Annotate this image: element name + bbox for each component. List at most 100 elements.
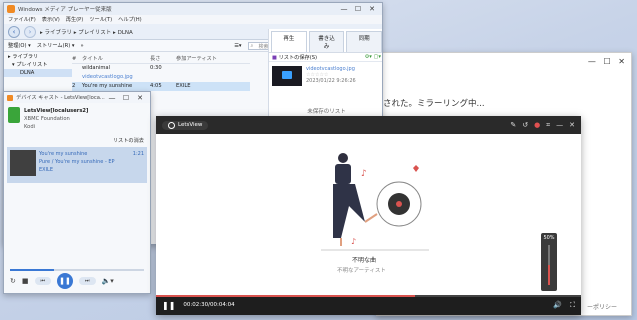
list-options-icon[interactable]: ⚙▾ ▢▾ (365, 54, 381, 60)
device-icon (8, 107, 20, 123)
tab-play[interactable]: 再生 (271, 31, 307, 52)
more-button[interactable]: » (80, 43, 83, 49)
view-options-icon[interactable]: ☰▾ (234, 43, 241, 49)
col-length[interactable]: 長さ (150, 55, 176, 63)
grid-header: # タイトル 長さ 参加アーティスト (72, 55, 250, 64)
search-icon: ⌕ (250, 42, 254, 49)
volume-icon[interactable]: 🔈▾ (102, 277, 114, 285)
device-cast-window: デバイス キャスト - LetsView[loca... — ☐ ✕ LetsV… (3, 91, 151, 294)
album-art (10, 150, 36, 176)
close-icon[interactable]: ✕ (365, 5, 379, 13)
tree-library[interactable]: ▸ ライブラリ (4, 53, 72, 61)
col-num[interactable]: # (72, 55, 82, 63)
tab-burn[interactable]: 書き込み (308, 31, 345, 52)
tree-playlist[interactable]: ▾ プレイリスト (4, 61, 72, 69)
col-artist[interactable]: 参加アーティスト (176, 55, 250, 63)
policy-link[interactable]: ーポリシー (587, 302, 617, 311)
stream-button[interactable]: ストリーム(R) ▾ (37, 42, 75, 49)
maximize-icon[interactable]: ☐ (351, 5, 365, 13)
close-icon[interactable]: ✕ (618, 57, 625, 66)
table-row[interactable]: videotvcastlogo.jpg (72, 73, 250, 82)
menu-file[interactable]: ファイル(F) (8, 16, 36, 23)
list-item[interactable]: videotvcastlogo.jpg ☆☆☆☆☆ 2023/01/22 9:2… (269, 62, 382, 90)
brush-icon[interactable]: ✎ (510, 121, 516, 129)
svg-text:♪: ♪ (361, 169, 367, 179)
back-button[interactable]: ‹ (8, 25, 20, 38)
forward-button[interactable]: › (24, 25, 36, 38)
maximize-icon[interactable]: ☐ (119, 94, 133, 102)
repeat-icon[interactable]: ↻ (10, 277, 16, 285)
table-row[interactable]: 2 You're my sunshine 4:05 EXILE (72, 82, 250, 91)
rotate-icon[interactable]: ↺ (522, 121, 528, 129)
wmp-app-icon (7, 5, 15, 13)
close-icon[interactable]: ✕ (133, 94, 147, 102)
menu-play[interactable]: 再生(P) (66, 16, 84, 23)
menu-tools[interactable]: ツール(T) (89, 16, 112, 23)
track-title: You're my sunshine (39, 151, 88, 157)
col-title[interactable]: タイトル (82, 55, 150, 63)
breadcrumb-playlist[interactable]: プレイリスト (78, 30, 111, 36)
record-icon[interactable]: ● (534, 121, 540, 129)
table-row[interactable]: wildanimal 0:30 (72, 64, 250, 73)
device-cast-titlebar: デバイス キャスト - LetsView[loca... — ☐ ✕ (4, 92, 150, 103)
letsview-controlbar: ❚❚ 00:02:30 /00:04:04 🔊 ⛶ (156, 295, 581, 315)
letsview-titlebar: LetsView ✎ ↺ ● ⌗ — ✕ (156, 116, 581, 134)
mirroring-status-text: された。ミラーリング中... (383, 99, 485, 109)
wmp-titlebar: Windows メディア プレーヤー従来版 — ☐ ✕ (4, 3, 382, 15)
cast-progress-fill (10, 269, 55, 271)
previous-button[interactable]: ⏮ (34, 277, 52, 285)
list-toolbar: ■ リストの保存(S) ⚙▾ ▢▾ (269, 52, 382, 62)
music-illustration: ♪ ♪ (321, 153, 429, 251)
save-list-button[interactable]: ■ リストの保存(S) (272, 54, 317, 61)
svg-text:♪: ♪ (351, 237, 356, 246)
time-total: /00:04:04 (208, 302, 235, 308)
wmp-menubar: ファイル(F) 表示(V) 再生(P) ツール(T) ヘルプ(H) (4, 15, 382, 24)
cast-progress-track[interactable] (10, 269, 144, 271)
device-info: LetsView[localusers2] XBMC Foundation Ko… (4, 103, 150, 137)
playback-progress-track[interactable] (156, 295, 581, 297)
library-tree: ▸ ライブラリ ▾ プレイリスト DLNA (4, 53, 72, 93)
minimize-icon[interactable]: — (105, 94, 119, 102)
stop-icon[interactable]: ■ (22, 277, 29, 285)
volume-slider[interactable]: 50% (541, 233, 557, 291)
menu-view[interactable]: 表示(V) (42, 16, 60, 23)
device-cast-app-icon (7, 94, 13, 101)
tree-dlna[interactable]: DLNA (4, 69, 72, 77)
maximize-icon[interactable]: ☐ (603, 57, 610, 66)
song-artist: 不明なアーティスト (337, 268, 386, 274)
clear-list-link[interactable]: リストの消去 (4, 137, 150, 147)
breadcrumb-library[interactable]: ライブラリ (45, 30, 73, 36)
volume-fill (548, 265, 550, 285)
volume-track (548, 245, 550, 285)
speaker-icon[interactable]: 🔊 (553, 301, 562, 309)
minimize-icon[interactable]: — (556, 121, 563, 129)
save-list-icon: ■ (272, 54, 277, 61)
track-artist: EXILE (39, 167, 54, 173)
pause-icon[interactable]: ❚❚ (162, 301, 175, 310)
track-album: Pure / You're my sunshine - EP (39, 159, 115, 165)
letsview-logo-icon (168, 121, 175, 129)
minimize-icon[interactable]: — (337, 5, 351, 13)
letsview-app-name: LetsView (178, 122, 203, 128)
list-tabs: 再生 書き込み 同期 (269, 29, 382, 52)
volume-label: 50% (543, 235, 555, 241)
wmp-title: Windows メディア プレーヤー従来版 (18, 7, 112, 13)
fullscreen-icon[interactable]: ⛶ (570, 301, 575, 310)
organize-button[interactable]: 整理(O) ▾ (8, 42, 31, 49)
device-cast-title: デバイス キャスト - LetsView[loca... (16, 95, 105, 101)
close-icon[interactable]: ✕ (569, 121, 575, 129)
breadcrumb-dlna[interactable]: DLNA (118, 30, 133, 36)
time-current: 00:02:30 (183, 302, 209, 308)
tab-sync[interactable]: 同期 (346, 31, 382, 52)
track-time: 1:21 (132, 151, 144, 157)
thumbnail (272, 66, 302, 86)
cast-track-row[interactable]: You're my sunshine 1:21 Pure / You're my … (7, 147, 147, 183)
playback-progress-fill (156, 295, 416, 297)
pause-button[interactable]: ❚❚ (57, 273, 74, 289)
crop-icon[interactable]: ⌗ (546, 121, 550, 130)
next-button[interactable]: ⏭ (79, 277, 96, 285)
minimize-icon[interactable]: — (588, 57, 596, 66)
list-item-date: 2023/01/22 9:26:26 (306, 78, 356, 84)
menu-help[interactable]: ヘルプ(H) (118, 16, 142, 23)
breadcrumb: ▸ ライブラリ ▸ プレイリスト ▸ DLNA (40, 29, 133, 36)
